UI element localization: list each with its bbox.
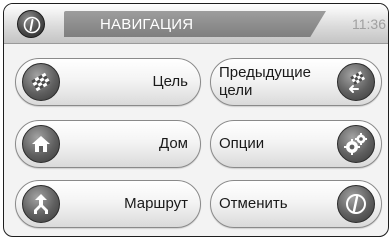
clock: 11:36 (352, 16, 386, 32)
route-label: Маршрут (124, 195, 188, 212)
checkered-flag-icon (22, 63, 60, 101)
options-label: Опции (219, 135, 265, 152)
destination-button[interactable]: Цель (15, 58, 201, 106)
cancel-label: Отменить (219, 195, 288, 212)
cancel-route-button[interactable]: Отменить (210, 180, 382, 228)
navigation-screen: НАВИГАЦИЯ 11:36 Цель Предыдущие цели Дом… (3, 3, 389, 237)
back-info-icon (23, 16, 41, 34)
options-button[interactable]: Опции (210, 120, 382, 168)
previous-destinations-label: Предыдущие цели (219, 64, 329, 100)
header-back-button[interactable] (17, 10, 45, 38)
route-sign-icon (22, 185, 60, 223)
home-icon (22, 125, 60, 163)
header-bar: НАВИГАЦИЯ 11:36 (4, 4, 388, 44)
home-label: Дом (159, 135, 188, 152)
route-button[interactable]: Маршрут (15, 180, 201, 228)
cancel-route-icon (337, 185, 375, 223)
page-title: НАВИГАЦИЯ (100, 16, 194, 33)
previous-destinations-button[interactable]: Предыдущие цели (210, 58, 382, 106)
home-button[interactable]: Дом (15, 120, 201, 168)
previous-destinations-label-line2: цели (219, 82, 253, 99)
previous-destinations-icon (337, 63, 375, 101)
gears-icon (337, 125, 375, 163)
destination-label: Цель (152, 73, 188, 90)
previous-destinations-label-line1: Предыдущие (219, 64, 311, 81)
